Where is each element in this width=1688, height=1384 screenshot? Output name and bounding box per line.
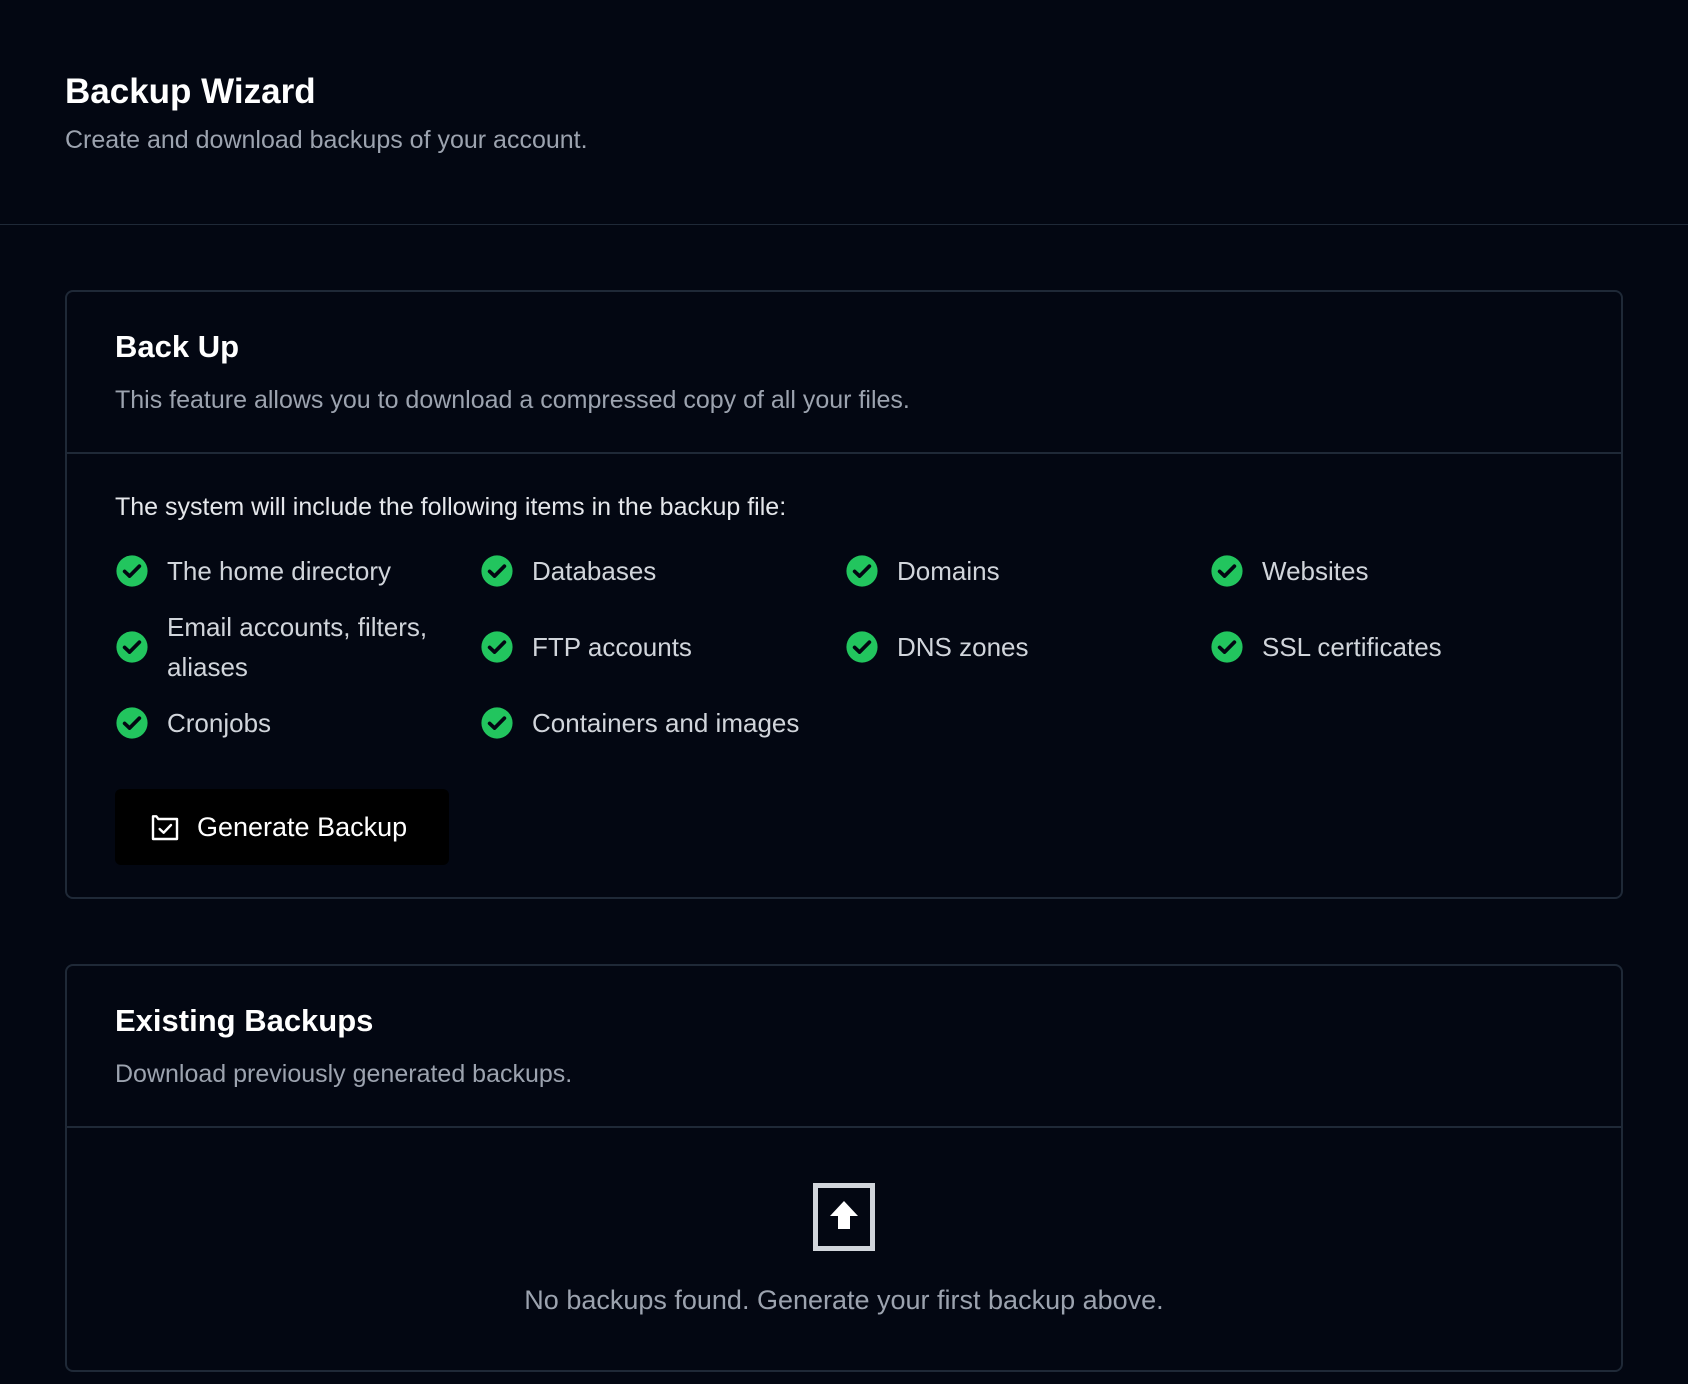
page-title: Backup Wizard <box>65 72 316 111</box>
generate-backup-button[interactable]: Generate Backup <box>115 789 449 865</box>
check-circle-icon <box>481 555 513 587</box>
check-circle-icon <box>116 707 148 739</box>
upload-box-icon <box>813 1183 875 1251</box>
empty-state-text: No backups found. Generate your first ba… <box>524 1285 1164 1315</box>
check-circle-icon <box>481 707 513 739</box>
backup-item-label: Email accounts, filters, aliases <box>167 612 428 682</box>
backup-card-body: The system will include the following it… <box>67 454 1621 897</box>
backup-item: Websites <box>1210 543 1575 599</box>
page-header: Backup Wizard Create and download backup… <box>0 0 1688 225</box>
backup-item: Email accounts, filters, aliases <box>115 599 480 695</box>
page-subtitle: Create and download backups of your acco… <box>65 126 588 154</box>
backup-item: Containers and images <box>480 695 845 751</box>
existing-backups-card: Existing Backups Download previously gen… <box>65 964 1623 1372</box>
existing-backups-header: Existing Backups Download previously gen… <box>67 966 1621 1128</box>
backup-item: Cronjobs <box>115 695 480 751</box>
backup-item: DNS zones <box>845 599 1210 695</box>
backup-item-label: Websites <box>1262 556 1369 586</box>
backup-card-description: This feature allows you to download a co… <box>115 386 910 414</box>
backup-item: FTP accounts <box>480 599 845 695</box>
backup-item: Databases <box>480 543 845 599</box>
backup-item-label: SSL certificates <box>1262 632 1442 662</box>
backup-card-header: Back Up This feature allows you to downl… <box>67 292 1621 454</box>
backup-items-list: The home directory Databases Domains Web… <box>115 543 1573 751</box>
existing-backups-title: Existing Backups <box>115 1003 374 1038</box>
backup-card-title: Back Up <box>115 329 240 364</box>
backup-item-label: Domains <box>897 556 1000 586</box>
existing-backups-description: Download previously generated backups. <box>115 1060 573 1088</box>
backup-card: Back Up This feature allows you to downl… <box>65 290 1623 899</box>
check-circle-icon <box>846 631 878 663</box>
check-circle-icon <box>481 631 513 663</box>
backup-item: SSL certificates <box>1210 599 1575 695</box>
check-circle-icon <box>116 555 148 587</box>
backup-item: The home directory <box>115 543 480 599</box>
backup-item-label: Databases <box>532 556 657 586</box>
generate-backup-label: Generate Backup <box>197 811 408 842</box>
main-content: Back Up This feature allows you to downl… <box>0 225 1688 1372</box>
check-circle-icon <box>1211 631 1243 663</box>
backup-item-label: DNS zones <box>897 632 1029 662</box>
check-circle-icon <box>846 555 878 587</box>
check-circle-icon <box>116 631 148 663</box>
backup-items-intro: The system will include the following it… <box>115 493 787 521</box>
empty-state: No backups found. Generate your first ba… <box>67 1128 1621 1370</box>
check-circle-icon <box>1211 555 1243 587</box>
backup-item-label: FTP accounts <box>532 632 692 662</box>
backup-item-label: Containers and images <box>532 708 800 738</box>
archive-check-icon <box>151 815 179 841</box>
backup-item-label: Cronjobs <box>167 708 272 738</box>
backup-item: Domains <box>845 543 1210 599</box>
backup-item-label: The home directory <box>167 556 391 586</box>
